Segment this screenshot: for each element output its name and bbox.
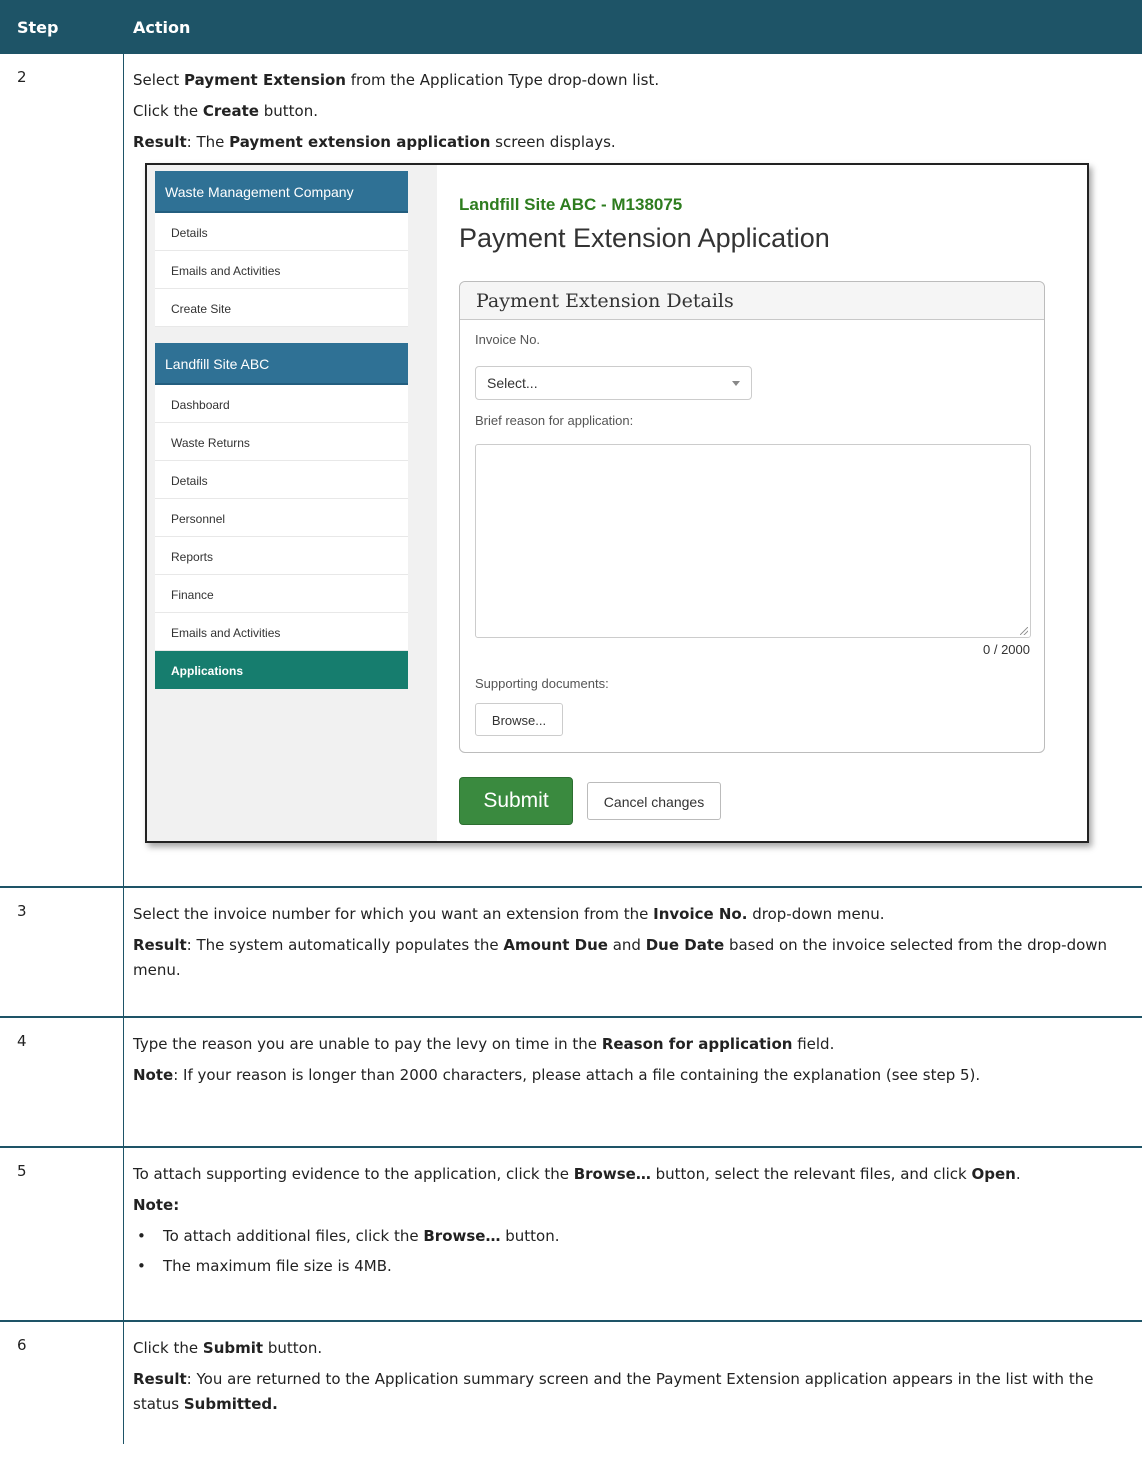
step-note: Note: If your reason is longer than 2000…	[133, 1066, 981, 1084]
sidebar-header-site[interactable]: Landfill Site ABC	[155, 343, 408, 385]
step-number: 4	[0, 1018, 124, 1146]
table-row: 4 Type the reason you are unable to pay …	[0, 1016, 1142, 1146]
cancel-button[interactable]: Cancel changes	[587, 782, 721, 820]
table-row: 3 Select the invoice number for which yo…	[0, 886, 1142, 1016]
sidebar-item-personnel[interactable]: Personnel	[155, 499, 408, 537]
step-text: Select the invoice number for which you …	[133, 905, 885, 923]
browse-button[interactable]: Browse...	[475, 703, 563, 736]
list-item: The maximum file size is 4MB.	[137, 1254, 1142, 1278]
sidebar-item-details[interactable]: Details	[155, 213, 408, 251]
sidebar-item-finance[interactable]: Finance	[155, 575, 408, 613]
step-action: Type the reason you are unable to pay th…	[124, 1018, 1142, 1146]
resize-grip-icon[interactable]	[1020, 627, 1028, 635]
sidebar-item-emails[interactable]: Emails and Activities	[155, 251, 408, 289]
site-title: Landfill Site ABC - M138075	[459, 195, 683, 214]
step-text: Select Payment Extension from the Applic…	[133, 71, 660, 89]
step-action: Select Payment Extension from the Applic…	[124, 54, 1142, 886]
details-panel: Payment Extension Details Invoice No. Se…	[459, 281, 1045, 753]
sidebar-item-dashboard[interactable]: Dashboard	[155, 385, 408, 423]
step-note: Note:	[133, 1196, 180, 1214]
header-step: Step	[17, 18, 59, 37]
sidebar-header-company[interactable]: Waste Management Company	[155, 171, 408, 213]
step-number: 2	[0, 54, 124, 886]
step-number: 3	[0, 888, 124, 1016]
table-header: Step Action	[0, 0, 1142, 52]
step-number: 5	[0, 1148, 124, 1320]
reason-label: Brief reason for application:	[475, 413, 634, 428]
reason-textarea[interactable]	[475, 444, 1031, 638]
step-text: To attach supporting evidence to the app…	[133, 1165, 1021, 1183]
caret-down-icon	[732, 381, 740, 386]
sidebar-item-site-details[interactable]: Details	[155, 461, 408, 499]
step-text: Click the Create button.	[133, 102, 318, 120]
step-result: Result: You are returned to the Applicat…	[133, 1370, 1094, 1413]
sidebar-item-applications[interactable]: Applications	[155, 651, 408, 689]
main-content: Landfill Site ABC - M138075 Payment Exte…	[437, 165, 1087, 841]
header-action: Action	[133, 18, 191, 37]
sidebar: Waste Management Company Details Emails …	[147, 165, 437, 841]
instruction-table: Step Action 2 Select Payment Extension f…	[0, 0, 1142, 1444]
invoice-select-value: Select...	[487, 375, 538, 391]
panel-title: Payment Extension Details	[460, 282, 1044, 320]
sidebar-item-reports[interactable]: Reports	[155, 537, 408, 575]
list-item: To attach additional files, click the Br…	[137, 1224, 1142, 1248]
app-screenshot: Waste Management Company Details Emails …	[145, 163, 1089, 843]
note-list: To attach additional files, click the Br…	[133, 1224, 1142, 1278]
docs-label: Supporting documents:	[475, 676, 609, 691]
step-number: 6	[0, 1322, 124, 1444]
step-text: Type the reason you are unable to pay th…	[133, 1035, 835, 1053]
sidebar-item-waste-returns[interactable]: Waste Returns	[155, 423, 408, 461]
step-action: Select the invoice number for which you …	[124, 888, 1142, 1016]
invoice-label: Invoice No.	[475, 332, 541, 347]
table-row: 6 Click the Submit button. Result: You a…	[0, 1320, 1142, 1444]
invoice-select[interactable]: Select...	[475, 366, 752, 400]
sidebar-item-create-site[interactable]: Create Site	[155, 289, 408, 327]
step-action: To attach supporting evidence to the app…	[124, 1148, 1142, 1320]
step-text: Click the Submit button.	[133, 1339, 323, 1357]
sidebar-item-site-emails[interactable]: Emails and Activities	[155, 613, 408, 651]
table-row: 2 Select Payment Extension from the Appl…	[0, 52, 1142, 886]
step-result: Result: The Payment extension applicatio…	[133, 133, 616, 151]
step-action: Click the Submit button. Result: You are…	[124, 1322, 1142, 1444]
submit-button[interactable]: Submit	[459, 777, 573, 825]
table-row: 5 To attach supporting evidence to the a…	[0, 1146, 1142, 1320]
step-result: Result: The system automatically populat…	[133, 936, 1108, 979]
page-title: Payment Extension Application	[459, 223, 830, 253]
char-counter: 0 / 2000	[983, 642, 1030, 657]
